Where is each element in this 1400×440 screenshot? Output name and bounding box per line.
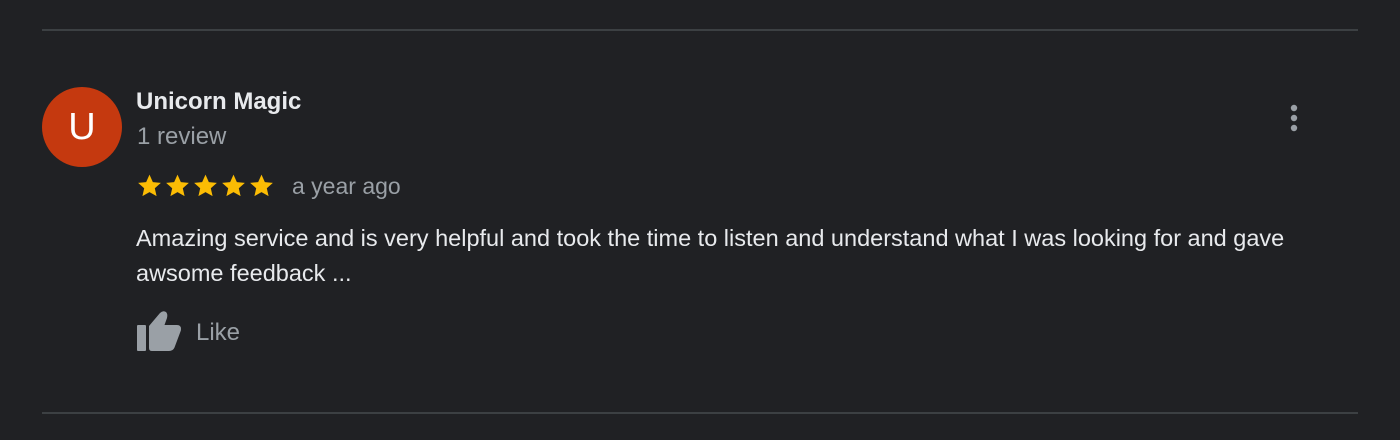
more-vert-icon <box>1289 103 1299 138</box>
review-text: Amazing service and is very helpful and … <box>136 225 1285 286</box>
review-card: U Unicorn Magic 1 review a year ago Amaz… <box>0 0 1400 440</box>
reviewer-name[interactable]: Unicorn Magic <box>136 87 301 117</box>
star-icon <box>220 173 247 199</box>
avatar-letter: U <box>68 105 96 148</box>
star-icon <box>136 173 163 199</box>
top-divider <box>42 29 1358 31</box>
review-timestamp: a year ago <box>292 172 401 199</box>
like-label: Like <box>196 319 241 346</box>
star-rating <box>136 173 275 199</box>
star-icon <box>248 173 275 199</box>
review-count: 1 review <box>137 123 227 150</box>
star-icon <box>192 173 219 199</box>
bottom-divider <box>42 412 1358 414</box>
star-icon <box>164 173 191 199</box>
like-button[interactable]: Like <box>136 310 241 357</box>
more-options-button[interactable] <box>1274 100 1314 140</box>
avatar[interactable]: U <box>42 87 122 167</box>
rating-row: a year ago <box>136 171 401 201</box>
thumbs-up-icon <box>136 310 182 357</box>
